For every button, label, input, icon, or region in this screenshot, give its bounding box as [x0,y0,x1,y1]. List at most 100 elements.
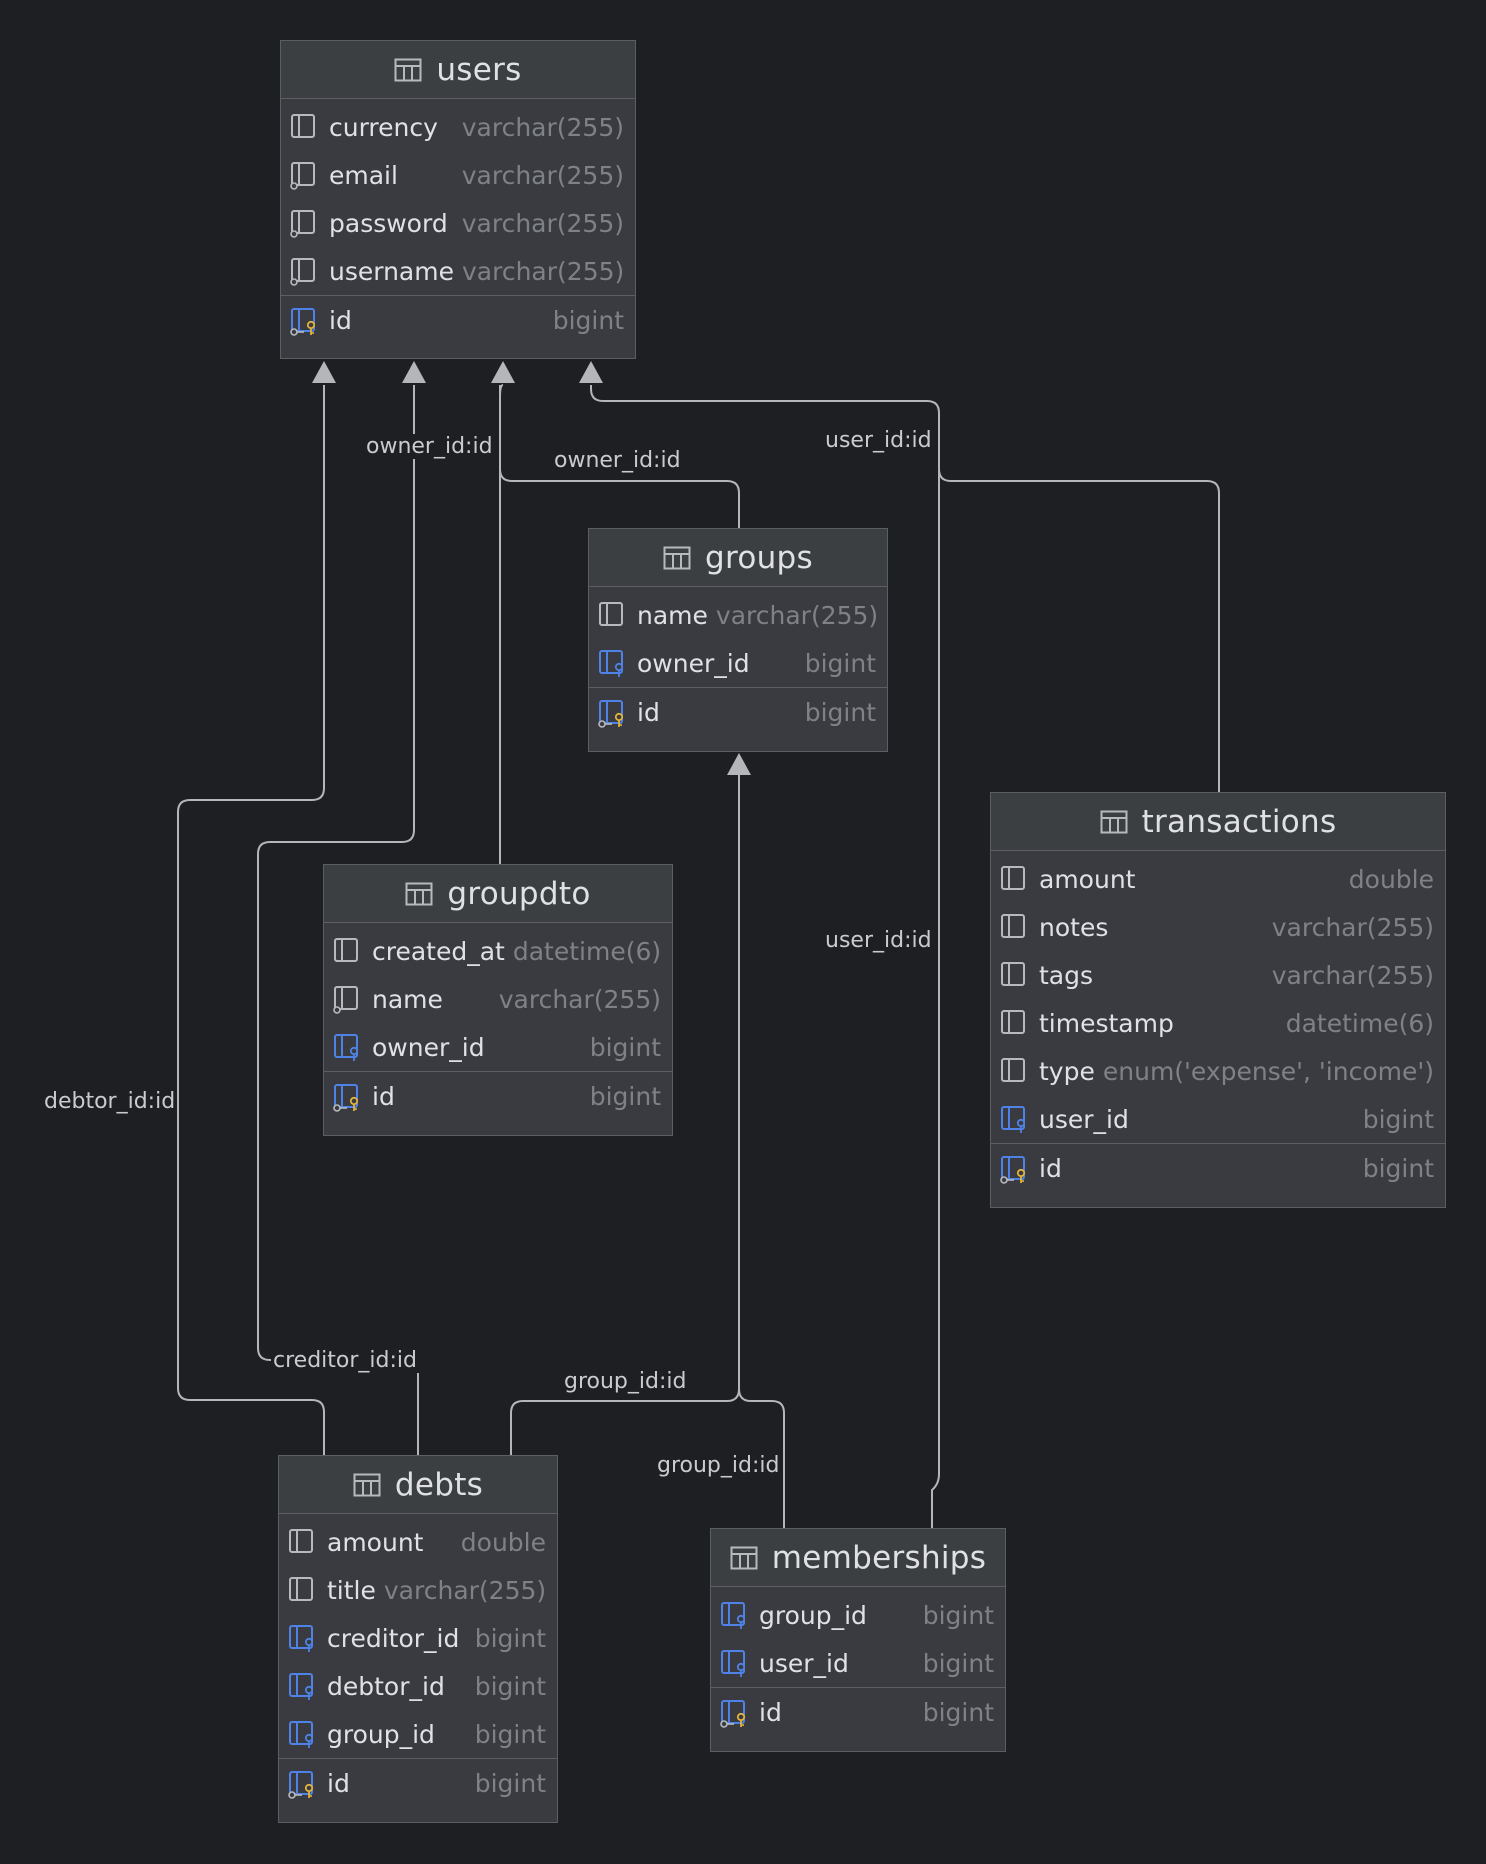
column-name: id [637,698,660,727]
column-row-type[interactable]: type enum('expense', 'income') [991,1047,1445,1095]
arrowhead-groups [727,753,751,775]
column-row-id[interactable]: id bigint [281,295,635,345]
column-row-name[interactable]: name varchar(255) [589,591,887,639]
table-groupdto[interactable]: groupdto created_at datetime(6) name varcha… [323,864,673,1136]
column-type: bigint [804,648,876,678]
edge-label-memberships-user: user_id:id [823,928,934,953]
column-type: bigint [589,1032,661,1062]
table-header[interactable]: groupdto [324,865,672,923]
unique-column-icon [289,207,329,239]
column-row-creditor-id[interactable]: creditor_id bigint [279,1614,557,1662]
edge-memberships-user [931,470,940,1528]
column-row-user-id[interactable]: user_id bigint [991,1095,1445,1143]
foreign-key-icon [719,1599,759,1631]
column-type: varchar(255) [1271,960,1434,990]
column-type: varchar(255) [461,160,624,190]
column-name: group_id [327,1719,435,1749]
column-row-title[interactable]: title varchar(255) [279,1566,557,1614]
table-header[interactable]: groups [589,529,887,587]
column-type: varchar(255) [462,256,624,286]
column-row-timestamp[interactable]: timestamp datetime(6) [991,999,1445,1047]
table-header[interactable]: transactions [991,793,1445,851]
table-icon [730,1546,758,1569]
column-row-username[interactable]: username varchar(255) [281,247,635,295]
table-icon [1100,810,1128,833]
table-rows: currency varchar(255) email varchar(255) pas… [281,99,635,345]
column-row-created-at[interactable]: created_at datetime(6) [324,927,672,975]
edge-debts-debtor [177,385,325,1455]
edge-label-memberships-group: group_id:id [655,1453,782,1478]
column-row-amount[interactable]: amount double [279,1518,557,1566]
column-row-owner-id[interactable]: owner_id bigint [324,1023,672,1071]
column-row-email[interactable]: email varchar(255) [281,151,635,199]
column-row-amount[interactable]: amount double [991,855,1445,903]
column-type: bigint [474,1769,546,1798]
column-type: enum('expense', 'income') [1102,1056,1434,1086]
edge-label-transactions-user: user_id:id [823,428,934,453]
column-icon [332,935,372,967]
edge-label-groups-owner: owner_id:id [552,448,683,473]
column-icon [999,959,1039,991]
column-icon [287,1574,327,1606]
arrowhead-users-1 [312,361,336,383]
column-icon [287,1526,327,1558]
column-row-debtor-id[interactable]: debtor_id bigint [279,1662,557,1710]
primary-key-icon [597,697,637,729]
table-rows: group_id bigint user_id bigint id bigint [711,1587,1005,1737]
column-name: group_id [759,1600,867,1630]
column-name: password [329,208,448,238]
column-type: bigint [474,1671,546,1701]
table-debts[interactable]: debts amount double title varchar(255) credi… [278,1455,558,1823]
column-name: tags [1039,960,1094,990]
primary-key-icon [289,305,329,337]
column-row-group-id[interactable]: group_id bigint [279,1710,557,1758]
table-header[interactable]: memberships [711,1529,1005,1587]
column-row-group-id[interactable]: group_id bigint [711,1591,1005,1639]
table-icon [405,882,433,905]
table-header[interactable]: users [281,41,635,99]
table-rows: amount double title varchar(255) creditor_id… [279,1514,557,1808]
unique-column-icon [289,159,329,191]
column-row-id[interactable]: id bigint [324,1071,672,1121]
column-row-currency[interactable]: currency varchar(255) [281,103,635,151]
column-row-user-id[interactable]: user_id bigint [711,1639,1005,1687]
table-title: memberships [771,1539,987,1576]
column-type: double [460,1527,546,1557]
column-row-password[interactable]: password varchar(255) [281,199,635,247]
column-row-tags[interactable]: tags varchar(255) [991,951,1445,999]
column-name: id [327,1769,350,1798]
column-type: bigint [1362,1104,1434,1134]
column-row-id[interactable]: id bigint [589,687,887,737]
primary-key-icon [332,1081,372,1113]
table-rows: name varchar(255) owner_id bigintid bigint [589,587,887,737]
column-row-owner-id[interactable]: owner_id bigint [589,639,887,687]
column-icon [999,911,1039,943]
column-row-id[interactable]: id bigint [279,1758,557,1808]
table-rows: amount double notes varchar(255) tags varchar… [991,851,1445,1193]
column-row-id[interactable]: id bigint [991,1143,1445,1193]
edge-label-groupdto-owner: owner_id:id [364,434,495,459]
table-transactions[interactable]: transactions amount double notes varchar(25… [990,792,1446,1208]
table-users[interactable]: users currency varchar(255) email varchar(2… [280,40,636,359]
table-title: transactions [1141,803,1337,840]
column-row-name[interactable]: name varchar(255) [324,975,672,1023]
column-icon [597,599,637,631]
column-name: owner_id [372,1032,485,1062]
table-memberships[interactable]: memberships group_id bigint user_id bigint i… [710,1528,1006,1752]
column-name: creditor_id [327,1623,460,1653]
primary-key-icon [999,1153,1039,1185]
column-row-notes[interactable]: notes varchar(255) [991,903,1445,951]
table-groups[interactable]: groups name varchar(255) owner_id bigintid b… [588,528,888,752]
column-type: bigint [552,306,624,335]
arrowhead-users-3 [491,361,515,383]
foreign-key-icon [287,1718,327,1750]
column-row-id[interactable]: id bigint [711,1687,1005,1737]
column-type: datetime(6) [1285,1008,1434,1038]
edge-label-debts-group: group_id:id [562,1369,689,1394]
column-type: bigint [804,698,876,727]
column-name: created_at [372,936,505,966]
table-title: groups [705,539,813,576]
foreign-key-icon [287,1670,327,1702]
column-name: title [327,1575,376,1605]
table-header[interactable]: debts [279,1456,557,1514]
